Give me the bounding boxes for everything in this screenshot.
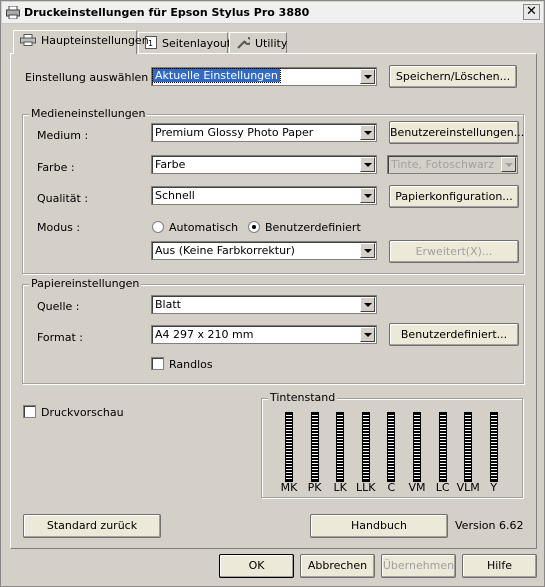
title-bar: Druckeinstellungen für Epson Stylus Pro … [2, 2, 543, 24]
printer-icon [6, 6, 20, 19]
printer-icon [20, 34, 36, 46]
color-correction-combo[interactable]: Aus (Keine Farbkorrektur) [151, 241, 377, 260]
format-combo[interactable]: A4 297 x 210 mm [151, 325, 377, 344]
save-delete-label: Speichern/Löschen... [395, 70, 511, 83]
custom-settings-label: Benutzereinstellungen... [390, 126, 525, 139]
ink-level-bar [387, 412, 396, 482]
chevron-down-icon[interactable] [360, 327, 375, 342]
mode-label: Modus : [37, 221, 81, 234]
ink-level-bar [438, 412, 447, 482]
quality-label: Qualität : [37, 192, 89, 205]
window-title: Druckeinstellungen für Epson Stylus Pro … [24, 6, 310, 19]
mode-auto-label[interactable]: Automatisch [169, 221, 238, 234]
tab-haupteinstellungen[interactable]: Haupteinstellungen [13, 30, 149, 54]
ink-level-bar [361, 412, 370, 482]
cancel-label: Abbrechen [307, 559, 368, 572]
color-correction-value: Aus (Keine Farbkorrektur) [155, 244, 295, 257]
chevron-down-icon[interactable] [360, 125, 375, 140]
mode-custom-label[interactable]: Benutzerdefiniert [265, 221, 361, 234]
medium-value: Premium Glossy Photo Paper [155, 126, 314, 139]
mode-auto-radio[interactable] [152, 221, 164, 233]
print-settings-window: Druckeinstellungen für Epson Stylus Pro … [0, 0, 545, 587]
ink-level-bar [489, 412, 498, 482]
quality-value: Schnell [155, 189, 195, 202]
quality-combo[interactable]: Schnell [151, 186, 377, 205]
format-value: A4 297 x 210 mm [155, 328, 254, 341]
custom-format-button[interactable]: Benutzerdefiniert... [389, 323, 519, 346]
color-combo[interactable]: Farbe [151, 155, 377, 174]
ink-level-bar [464, 412, 473, 482]
ink-type-value: Tinte, Fotoschwarz [391, 158, 494, 171]
format-label: Format : [37, 331, 83, 344]
color-value: Farbe [155, 158, 186, 171]
tab-label: Haupteinstellungen [41, 34, 149, 47]
ink-levels-title: Tintenstand [268, 391, 338, 404]
apply-label: Übernehmen [382, 559, 455, 572]
color-label: Farbe : [37, 161, 75, 174]
ink-level-bar [310, 412, 319, 482]
print-preview-checkbox[interactable] [23, 405, 36, 418]
save-delete-button[interactable]: Speichern/Löschen... [389, 65, 517, 88]
medium-combo[interactable]: Premium Glossy Photo Paper [151, 123, 377, 142]
ink-level-label: Y [490, 481, 498, 494]
media-group-title: Medieneinstellungen [29, 107, 148, 120]
mode-custom-radio[interactable] [248, 221, 260, 233]
paper-config-button[interactable]: Papierkonfiguration... [389, 185, 519, 208]
tab-label: Seitenlayout [162, 37, 232, 50]
cancel-button[interactable]: Abbrechen [300, 554, 375, 578]
chevron-down-icon[interactable] [360, 297, 375, 312]
apply-button[interactable]: Übernehmen [381, 554, 456, 578]
advanced-label: Erweitert(X)... [415, 245, 493, 258]
chevron-down-icon[interactable] [501, 157, 516, 172]
close-button[interactable]: ✕ [523, 4, 540, 20]
ink-level-bar [336, 412, 345, 482]
ok-label: OK [248, 559, 265, 572]
paper-config-label: Papierkonfiguration... [395, 190, 513, 203]
ink-level-bar [285, 412, 293, 482]
wrench-icon [237, 37, 250, 49]
ok-button[interactable]: OK [219, 554, 294, 578]
help-label: Hilfe [486, 559, 513, 572]
source-label: Quelle : [37, 300, 80, 313]
tab-utility[interactable]: Utility [229, 32, 287, 53]
tab-label: Utility [255, 37, 288, 50]
chevron-down-icon[interactable] [360, 69, 375, 84]
manual-button[interactable]: Handbuch [310, 514, 448, 538]
custom-settings-button[interactable]: Benutzereinstellungen... [389, 121, 524, 144]
chevron-down-icon[interactable] [360, 243, 375, 258]
setting-select-label: Einstellung auswählen : [25, 71, 156, 84]
chevron-down-icon[interactable] [360, 188, 375, 203]
borderless-label[interactable]: Randlos [169, 358, 213, 371]
borderless-checkbox[interactable] [151, 357, 164, 370]
print-preview-label[interactable]: Druckvorschau [41, 406, 124, 419]
custom-format-label: Benutzerdefiniert... [400, 328, 508, 341]
setting-select-combo[interactable]: Aktuelle Einstellungen [151, 67, 377, 86]
restore-defaults-label: Standard zurück [46, 519, 138, 532]
tab-seitenlayout[interactable]: 1 Seitenlayout [138, 32, 232, 53]
manual-label: Handbuch [351, 519, 407, 532]
restore-defaults-button[interactable]: Standard zurück [23, 514, 161, 538]
ink-type-combo[interactable]: Tinte, Fotoschwarz [387, 155, 518, 174]
medium-label: Medium : [37, 129, 89, 142]
paper-group-title: Papiereinstellungen [29, 277, 142, 290]
ink-level-bar [413, 412, 421, 482]
version-label: Version 6.62 [455, 519, 524, 532]
help-button[interactable]: Hilfe [462, 554, 537, 578]
source-combo[interactable]: Blatt [151, 295, 377, 314]
close-icon: ✕ [526, 4, 537, 19]
setting-select-value: Aktuelle Einstellungen [152, 68, 281, 83]
advanced-button[interactable]: Erweitert(X)... [389, 240, 519, 263]
chevron-down-icon[interactable] [360, 157, 375, 172]
source-value: Blatt [155, 298, 181, 311]
